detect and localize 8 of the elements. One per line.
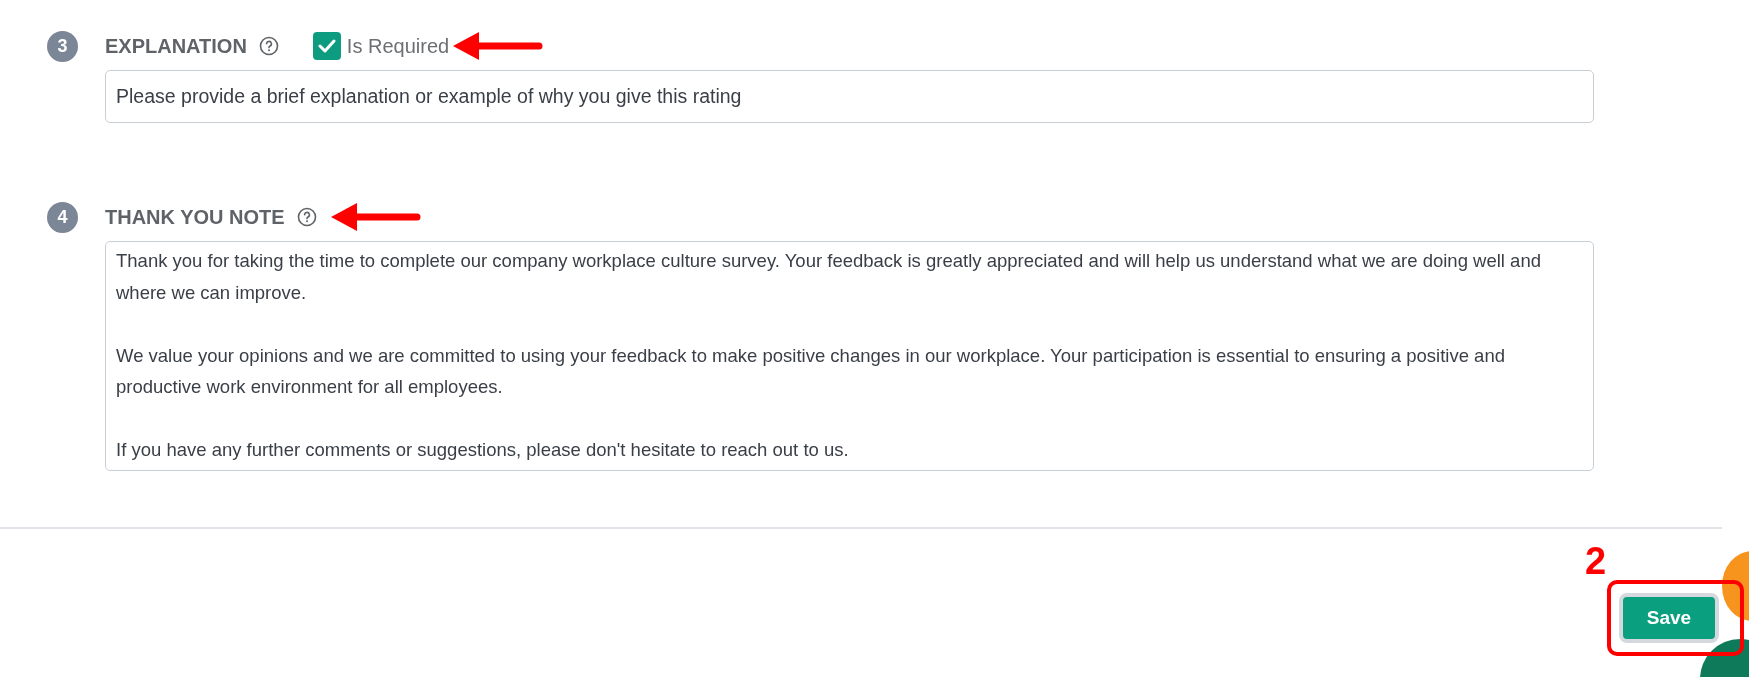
- step-number: 3: [47, 30, 78, 62]
- question-label: THANK YOU NOTE: [105, 205, 285, 231]
- question-label: EXPLANATION: [105, 34, 247, 59]
- checkbox-label[interactable]: Is Required: [346, 31, 450, 61]
- step-label: 2: [1585, 542, 1607, 581]
- text-input[interactable]: Please provide a brief explanation or example of why you give this rating: [105, 70, 1594, 124]
- step-number: 4: [47, 201, 78, 233]
- text-area[interactable]: Thank you for taking the time to complete our company workplace culture survey. Your feedback is greatly appreciated and will help us understand what we are doing well and where we can improve. We value your opinions and we are committed to using your feedback to make positive changes in our workplace. Your participation is essential to ensuring a positive and productive work environment for all employees. If you have any further comments or suggestions, please don't hesitate to reach out to us.: [105, 241, 1594, 472]
